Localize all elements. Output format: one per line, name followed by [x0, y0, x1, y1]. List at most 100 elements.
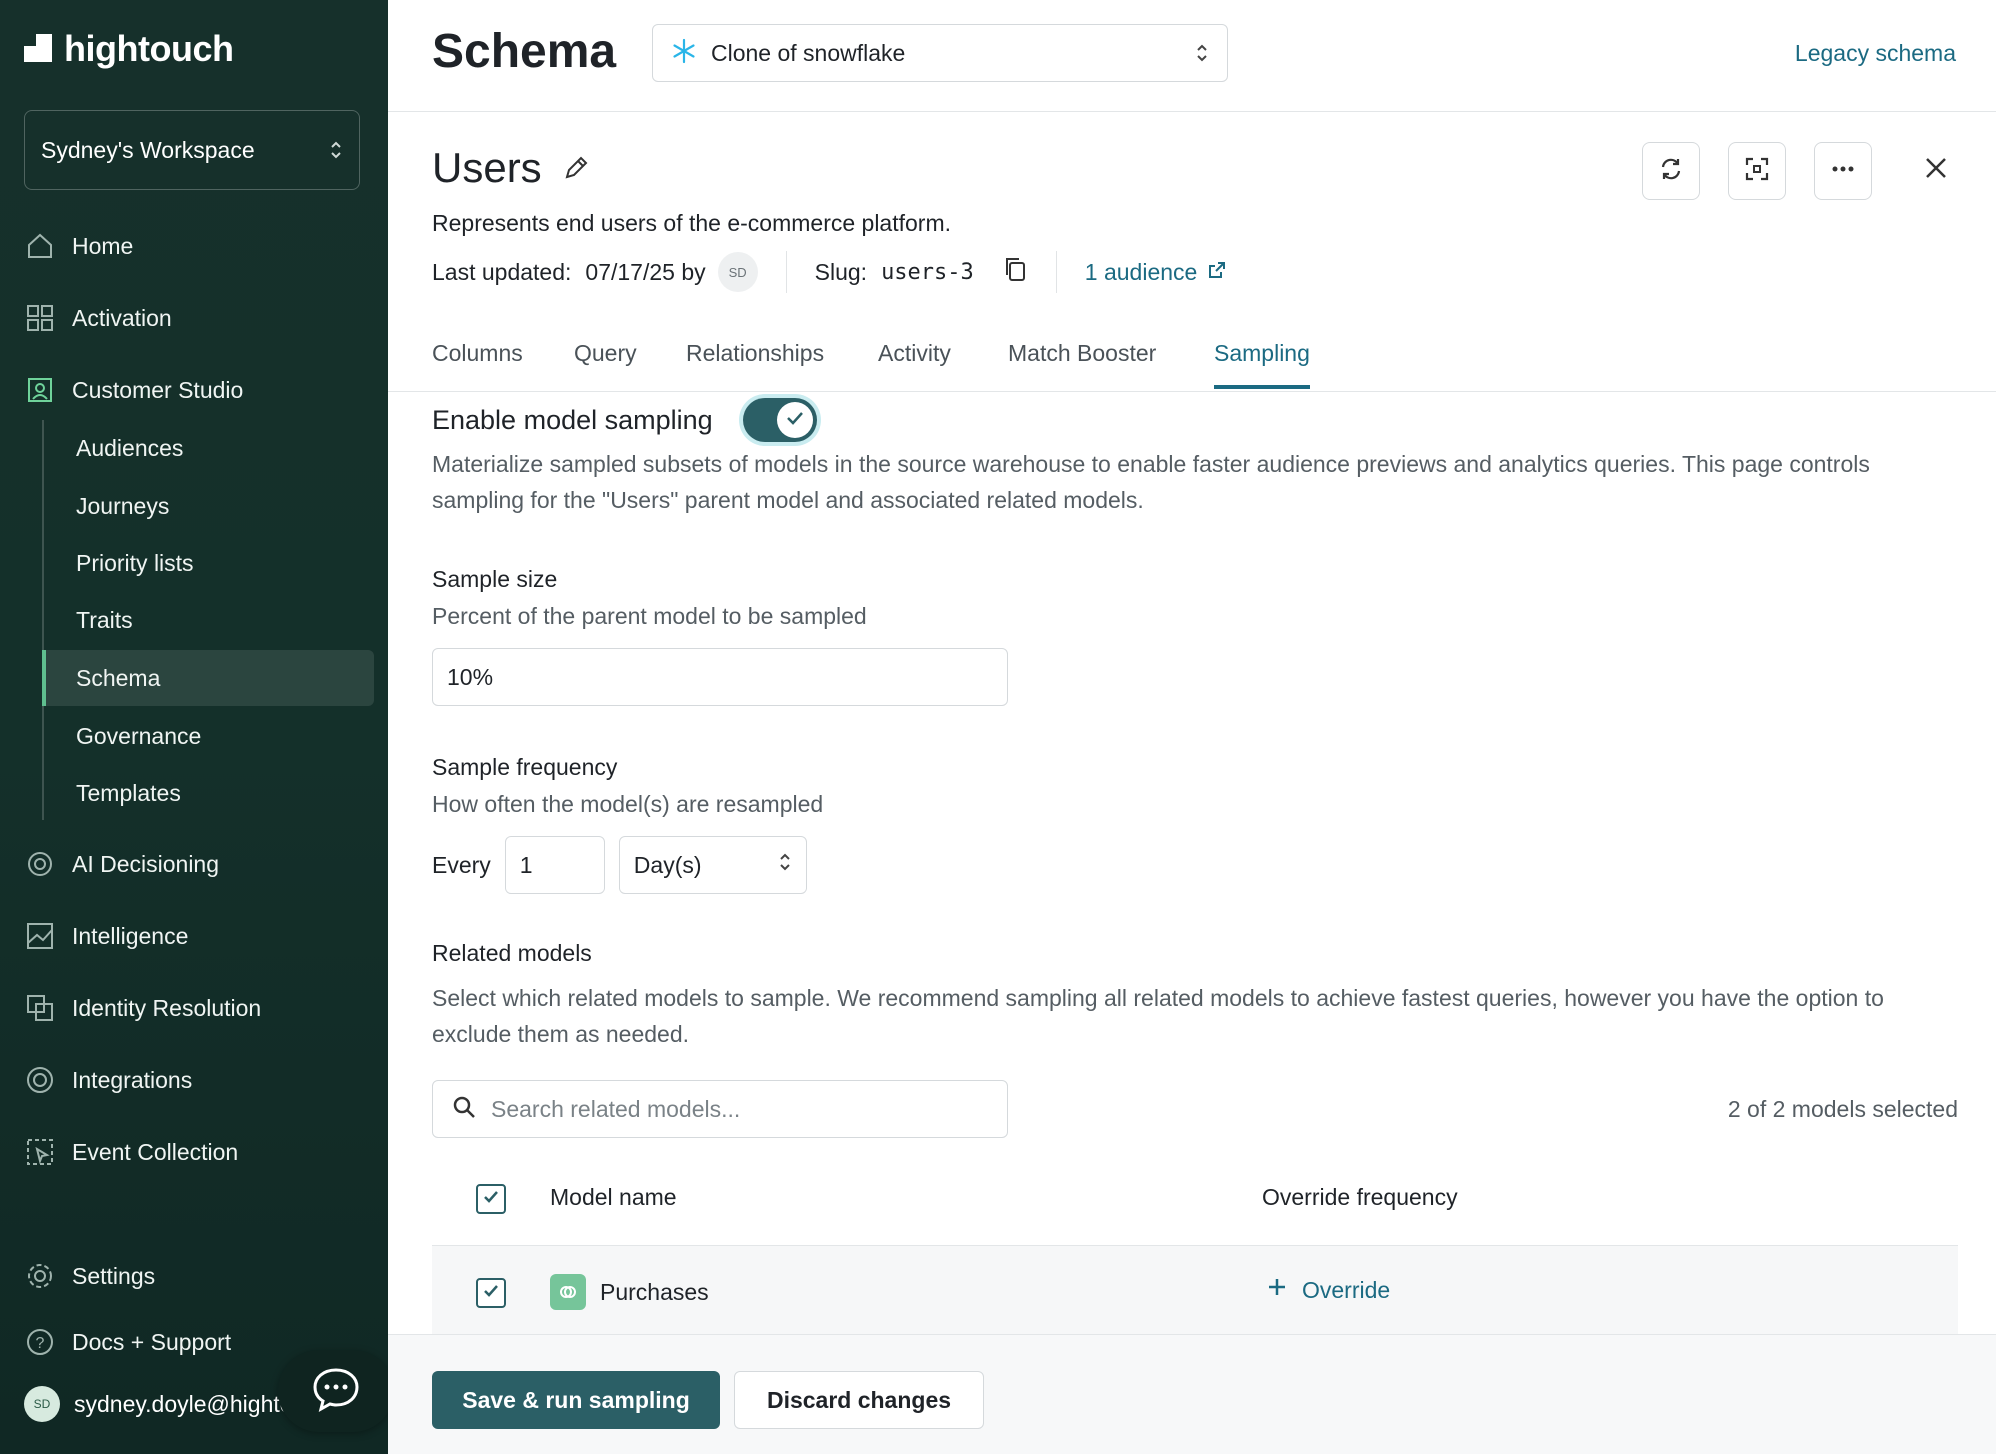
tab-sampling[interactable]: Sampling: [1214, 340, 1310, 389]
model-description: Represents end users of the e-commerce p…: [432, 210, 952, 236]
nav-label: Settings: [72, 1262, 156, 1289]
tab-relationships[interactable]: Relationships: [686, 340, 824, 385]
frequency-unit-value: Day(s): [633, 851, 702, 878]
sample-size-input[interactable]: 10%: [432, 648, 1008, 706]
external-link-icon: [1207, 259, 1227, 286]
model-tabs: Columns Query Relationships Activity Mat…: [388, 336, 1996, 392]
last-updated-value: 07/17/25 by: [585, 258, 706, 285]
table-row: Purchases Override: [432, 1246, 1958, 1340]
page-title: Schema: [432, 25, 617, 78]
related-models-search[interactable]: Search related models...: [432, 1080, 1008, 1138]
search-placeholder: Search related models...: [491, 1095, 741, 1122]
subnav-governance[interactable]: Governance: [42, 708, 374, 764]
frequency-row: Every 1 Day(s): [432, 836, 807, 894]
ellipsis-icon: [1829, 155, 1857, 188]
refresh-icon: [1657, 155, 1685, 188]
chevron-updown-icon: [778, 851, 792, 879]
main-panel: Schema Clone of snowflake Legacy schema …: [388, 0, 1996, 1454]
row-checkbox[interactable]: [476, 1278, 506, 1308]
close-icon: [1922, 154, 1950, 187]
subnav-priority-lists[interactable]: Priority lists: [42, 535, 374, 591]
nav-customer-studio[interactable]: Customer Studio: [24, 368, 243, 412]
snowflake-icon: [671, 38, 697, 69]
nav-activation[interactable]: Activation: [24, 296, 172, 340]
model-name: Users: [432, 144, 542, 191]
copy-icon[interactable]: [1002, 255, 1028, 289]
top-header: Schema Clone of snowflake Legacy schema: [388, 0, 1996, 112]
avatar: SD: [24, 1386, 60, 1422]
nav-integrations[interactable]: Integrations: [24, 1058, 192, 1102]
nav-identity-resolution[interactable]: Identity Resolution: [24, 986, 261, 1030]
sample-size-help: Percent of the parent model to be sample…: [432, 603, 867, 629]
model-name: Purchases: [600, 1278, 709, 1305]
select-all-checkbox[interactable]: [476, 1184, 506, 1214]
focus-icon: [1743, 155, 1771, 188]
subnav-traits[interactable]: Traits: [42, 592, 374, 648]
frequency-unit-select[interactable]: Day(s): [618, 836, 807, 894]
audience-link[interactable]: 1 audience: [1085, 259, 1228, 286]
check-icon: [481, 1281, 501, 1306]
workspace-selector[interactable]: Sydney's Workspace: [24, 110, 360, 190]
nav-docs-support[interactable]: ? Docs + Support: [24, 1320, 231, 1364]
close-button[interactable]: [1916, 150, 1956, 190]
nav-label: Integrations: [72, 1066, 193, 1093]
pencil-icon[interactable]: [562, 144, 590, 192]
enable-sampling-row: Enable model sampling: [432, 398, 817, 442]
chat-bubble-icon: [311, 1366, 361, 1417]
more-options-button[interactable]: [1814, 142, 1872, 200]
nav-label: Customer Studio: [72, 376, 244, 403]
chevron-updown-icon: [1195, 42, 1209, 64]
brand-name: hightouch: [64, 28, 234, 69]
nav-intelligence[interactable]: Intelligence: [24, 914, 188, 958]
override-label: Override: [1302, 1276, 1391, 1303]
sampling-description: Materialize sampled subsets of models in…: [432, 451, 1870, 513]
override-button[interactable]: Override: [1266, 1276, 1390, 1304]
fullscreen-button[interactable]: [1728, 142, 1786, 200]
intelligence-icon: [24, 920, 56, 952]
enable-sampling-toggle[interactable]: [742, 398, 817, 442]
frequency-value-input[interactable]: 1: [504, 836, 605, 894]
related-model-icon: [550, 1274, 586, 1310]
ai-decisioning-icon: [24, 848, 56, 880]
divider: [785, 251, 787, 293]
home-icon: [24, 230, 56, 262]
sidebar: hightouch Sydney's Workspace Home Activa…: [0, 0, 394, 1454]
nav-home[interactable]: Home: [24, 224, 133, 268]
activation-icon: [24, 302, 56, 334]
enable-sampling-label: Enable model sampling: [432, 404, 713, 435]
subnav-journeys[interactable]: Journeys: [42, 478, 374, 534]
tab-columns[interactable]: Columns: [432, 340, 523, 385]
chat-support-button[interactable]: [278, 1350, 394, 1432]
nav-event-collection[interactable]: Event Collection: [24, 1130, 238, 1174]
legacy-schema-link[interactable]: Legacy schema: [1795, 40, 1956, 67]
subnav-templates[interactable]: Templates: [42, 765, 374, 821]
save-run-sampling-button[interactable]: Save & run sampling: [432, 1371, 720, 1429]
model-title: Users: [432, 144, 590, 192]
customer-studio-icon: [24, 374, 56, 406]
refresh-button[interactable]: [1642, 142, 1700, 200]
source-selector[interactable]: Clone of snowflake: [652, 24, 1228, 82]
help-icon: ?: [24, 1326, 56, 1358]
brand-logo[interactable]: hightouch: [24, 28, 234, 70]
svg-text:?: ?: [36, 1335, 45, 1352]
nav-settings[interactable]: Settings: [24, 1254, 155, 1298]
nav-label: AI Decisioning: [72, 850, 220, 877]
search-icon: [451, 1094, 477, 1125]
last-updated-label: Last updated:: [432, 258, 572, 285]
discard-changes-button[interactable]: Discard changes: [734, 1371, 984, 1429]
nav-ai-decisioning[interactable]: AI Decisioning: [24, 842, 219, 886]
related-models-table-header: Model name Override frequency: [432, 1154, 1958, 1246]
check-icon: [481, 1187, 501, 1212]
selected-count: 2 of 2 models selected: [1727, 1096, 1958, 1122]
related-models-help: Select which related models to sample. W…: [432, 985, 1884, 1047]
tab-activity[interactable]: Activity: [878, 340, 951, 385]
tab-match-booster[interactable]: Match Booster: [1008, 340, 1156, 385]
subnav-audiences[interactable]: Audiences: [42, 420, 374, 476]
plus-icon: [1266, 1276, 1288, 1304]
nav-label: Home: [72, 232, 134, 259]
sample-frequency-label: Sample frequency: [432, 754, 618, 780]
tab-query[interactable]: Query: [574, 340, 637, 385]
subnav-schema[interactable]: Schema: [42, 650, 374, 706]
nav-label: Activation: [72, 304, 172, 331]
sample-size-label: Sample size: [432, 566, 558, 592]
